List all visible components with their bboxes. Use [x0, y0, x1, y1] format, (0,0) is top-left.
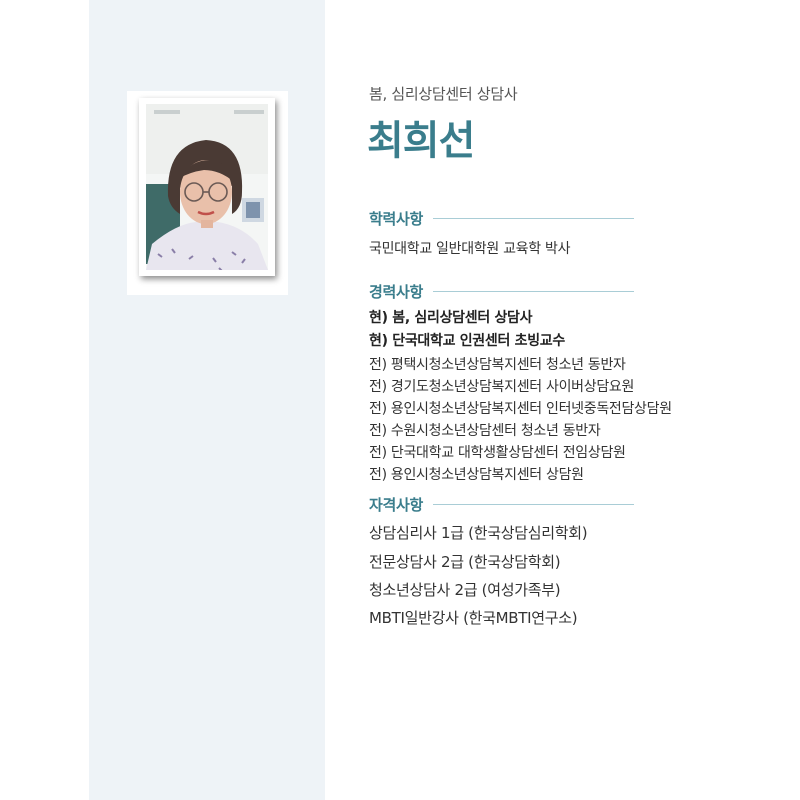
career-item: 전) 평택시청소년상담복지센터 청소년 동반자: [369, 357, 626, 373]
career-item: 전) 용인시청소년상담복지센터 인터넷중독전담상담원: [369, 401, 672, 417]
certifications-heading: 자격사항: [369, 494, 634, 514]
education-heading-label: 학력사항: [369, 209, 424, 228]
education-divider: [433, 217, 634, 219]
certification-item: MBTI일반강사 (한국MBTI연구소): [369, 609, 578, 627]
career-item: 전) 단국대학교 대학생활상담센터 전임상담원: [369, 445, 626, 461]
certifications-heading-label: 자격사항: [369, 495, 424, 514]
certifications-divider: [433, 503, 634, 505]
portrait-image: [146, 104, 268, 270]
career-heading-label: 경력사항: [369, 282, 424, 301]
job-subtitle: 봄, 심리상담센터 상담사: [369, 85, 518, 103]
career-heading: 경력사항: [369, 281, 634, 301]
certification-item: 전문상담사 2급 (한국상담학회): [369, 553, 561, 571]
career-item: 현) 단국대학교 인권센터 초빙교수: [369, 333, 565, 349]
career-item: 전) 경기도청소년상담복지센터 사이버상담요원: [369, 379, 635, 395]
education-item: 국민대학교 일반대학원 교육학 박사: [369, 241, 571, 257]
career-item: 전) 용인시청소년상담복지센터 상담원: [369, 467, 584, 483]
person-name: 최희선: [367, 118, 475, 164]
career-divider: [433, 290, 634, 292]
certification-item: 청소년상담사 2급 (여성가족부): [369, 581, 561, 599]
career-item: 현) 봄, 심리상담센터 상담사: [369, 310, 533, 326]
career-item: 전) 수원시청소년상담센터 청소년 동반자: [369, 423, 601, 439]
education-heading: 학력사항: [369, 208, 634, 228]
profile-photo: [139, 98, 275, 276]
certification-item: 상담심리사 1급 (한국상담심리학회): [369, 524, 588, 542]
